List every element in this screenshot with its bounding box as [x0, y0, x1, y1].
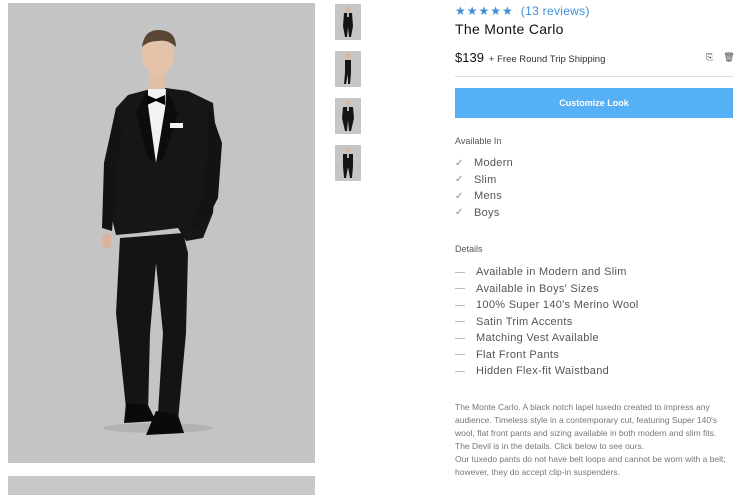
list-item: Hidden Flex-fit Waistband: [455, 363, 639, 380]
thumbnail-2[interactable]: [335, 51, 361, 87]
check-icon: ✓: [455, 157, 464, 169]
list-item: Satin Trim Accents: [455, 314, 639, 331]
product-title: The Monte Carlo: [455, 21, 564, 37]
list-item: Available in Modern and Slim: [455, 264, 639, 281]
check-icon: ✓: [455, 174, 464, 186]
thumbnail-3[interactable]: [335, 98, 361, 134]
dash-icon: [455, 288, 465, 290]
check-icon: ✓: [455, 190, 464, 202]
star-rating-icon: ★★★★★: [455, 4, 514, 18]
thumbnail-strip: [335, 4, 361, 192]
list-item: Flat Front Pants: [455, 347, 639, 364]
delete-icon[interactable]: 🗑: [723, 53, 734, 63]
main-product-image[interactable]: [8, 3, 315, 463]
dash-icon: [455, 337, 465, 339]
secondary-product-image[interactable]: [8, 476, 315, 495]
details-list: Available in Modern and Slim Available i…: [455, 264, 639, 380]
customize-look-button[interactable]: Customize Look: [455, 88, 733, 118]
dash-icon: [455, 370, 465, 372]
list-item: Matching Vest Available: [455, 330, 639, 347]
action-icons: ⎘ 🗑: [706, 53, 735, 63]
list-item: Available in Boys' Sizes: [455, 281, 639, 298]
reviews-link[interactable]: (13 reviews): [521, 4, 590, 18]
price-row: $139 + Free Round Trip Shipping: [455, 50, 605, 65]
list-item: ✓ Slim: [455, 173, 497, 186]
product-description: The Monte Carlo. A black notch lapel tux…: [455, 401, 737, 479]
list-item: ✓ Boys: [455, 206, 500, 219]
dash-icon: [455, 271, 465, 273]
divider: [455, 76, 733, 77]
list-item: ✓ Mens: [455, 190, 503, 203]
available-list: ✓ Modern ✓ Slim ✓ Mens ✓ Boys: [455, 155, 513, 221]
details-heading: Details: [455, 244, 483, 254]
check-icon: ✓: [455, 207, 464, 219]
description-paragraph: The Monte Carlo. A black notch lapel tux…: [455, 402, 717, 438]
list-item: ✓ Modern: [455, 157, 514, 170]
thumbnail-4[interactable]: [335, 145, 361, 181]
list-item: 100% Super 140's Merino Wool: [455, 297, 639, 314]
description-paragraph: Our tuxedo pants do not have belt loops …: [455, 454, 726, 477]
rating-row: ★★★★★ (13 reviews): [455, 4, 590, 18]
dash-icon: [455, 304, 465, 306]
shipping-note: + Free Round Trip Shipping: [488, 54, 606, 65]
available-heading: Available In: [455, 136, 502, 146]
dash-icon: [455, 354, 465, 356]
tuxedo-model-figure: [102, 29, 222, 435]
product-price: $139: [455, 50, 484, 65]
save-icon[interactable]: ⎘: [706, 53, 713, 63]
thumbnail-1[interactable]: [335, 4, 361, 40]
description-paragraph: The Devil is in the details. Click below…: [455, 441, 644, 451]
dash-icon: [455, 321, 465, 323]
